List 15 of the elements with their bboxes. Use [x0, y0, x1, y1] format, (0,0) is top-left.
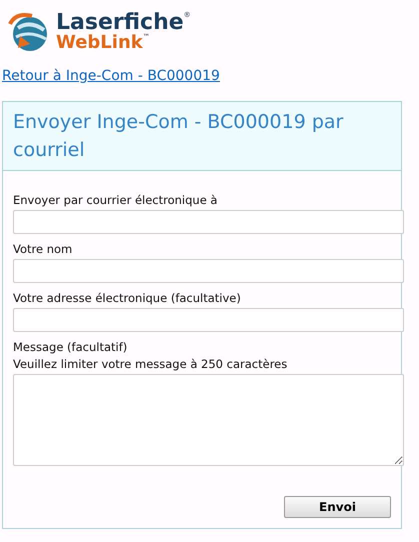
input-field[interactable] [13, 259, 404, 283]
field-label: Votre nom [13, 242, 74, 256]
field-hint: Veuillez limiter votre message à 250 caractères [13, 357, 288, 371]
panel-title: Envoyer Inge-Com - BC000019 par courriel [13, 110, 344, 163]
brand-name: Laserfiche [56, 12, 184, 34]
field-label: Votre adresse électronique (facultative) [13, 291, 242, 305]
input-field[interactable] [13, 210, 404, 234]
back-link[interactable]: Retour à Inge-Com - BC000019 [2, 68, 220, 84]
input-field[interactable] [13, 308, 404, 332]
product-name: WebLink [56, 34, 143, 52]
field-label: Envoyer par courrier électronique à [13, 193, 218, 207]
field-label: Message (facultatif) [13, 340, 128, 354]
send-button[interactable]: Envoi [284, 496, 391, 518]
globe-logo-icon [6, 10, 50, 54]
message-field[interactable] [13, 374, 404, 466]
